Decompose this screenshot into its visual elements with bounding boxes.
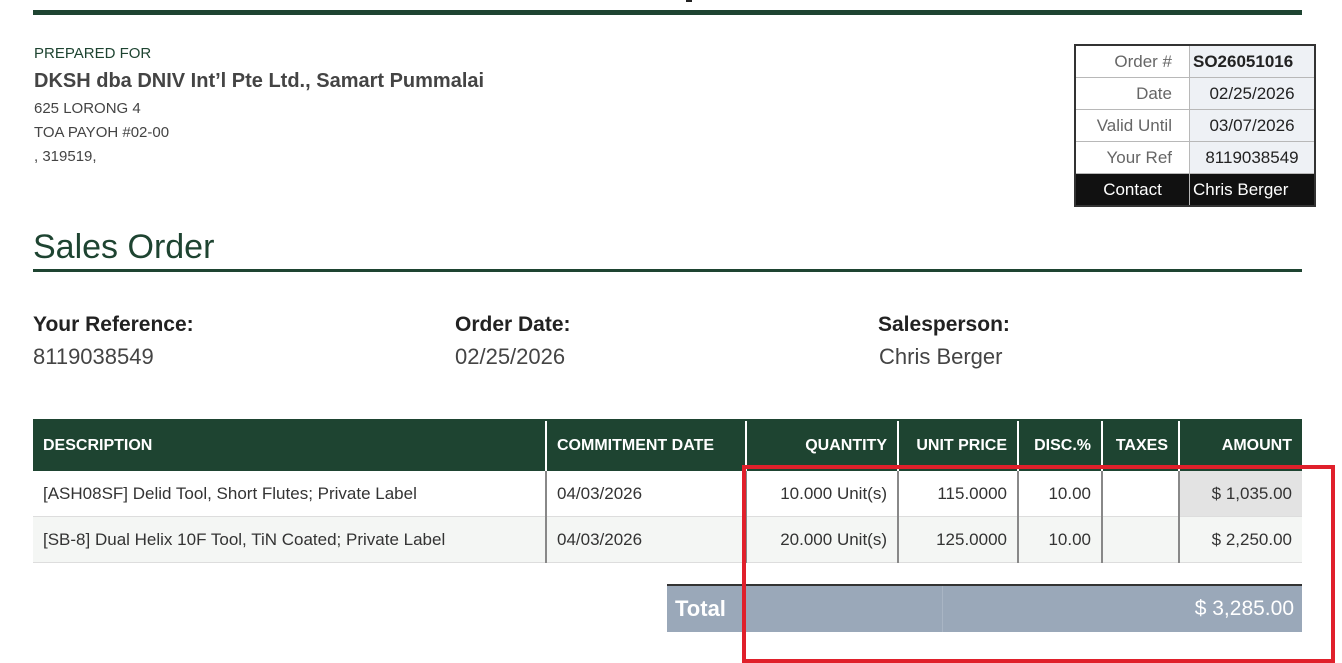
prepared-for-label: PREPARED FOR (34, 45, 152, 62)
line-commitment-date: 04/03/2026 (545, 516, 746, 563)
col-header-quantity: QUANTITY (745, 419, 898, 471)
line-description: [SB-8] Dual Helix 10F Tool, TiN Coated; … (33, 516, 546, 563)
col-header-amount: AMOUNT (1178, 419, 1302, 471)
top-marker (686, 0, 692, 2)
info-row-valid-until: Valid Until 03/07/2026 (1074, 109, 1316, 142)
address-line-1: 625 LORONG 4 (34, 100, 141, 117)
reference-label: Your Reference: (33, 313, 194, 336)
title-rule (33, 269, 1302, 272)
line-commitment-date: 04/03/2026 (545, 471, 746, 517)
info-label: Valid Until (1074, 109, 1190, 142)
salesperson-value: Chris Berger (879, 344, 1003, 369)
info-label: Contact (1074, 173, 1190, 207)
order-number: SO26051016 (1189, 44, 1316, 78)
col-header-discount: DISC.% (1017, 419, 1102, 471)
reference-value: 8119038549 (33, 344, 154, 369)
info-label: Your Ref (1074, 141, 1190, 174)
col-header-taxes: TAXES (1101, 419, 1179, 471)
info-label: Order # (1074, 44, 1190, 78)
your-ref-value: 8119038549 (1189, 141, 1316, 174)
order-date-label: Order Date: (455, 313, 571, 336)
header-rule (33, 10, 1302, 15)
order-date-value: 02/25/2026 (1189, 77, 1316, 110)
contact-value: Chris Berger (1189, 173, 1316, 207)
col-header-description: DESCRIPTION (33, 419, 546, 471)
order-date-field: 02/25/2026 (455, 344, 566, 369)
info-label: Date (1074, 77, 1190, 110)
table-header-row: DESCRIPTION COMMITMENT DATE QUANTITY UNI… (33, 419, 1302, 471)
col-header-commitment-date: COMMITMENT DATE (545, 419, 746, 471)
order-info-box: Order # SO26051016 Date 02/25/2026 Valid… (1074, 44, 1316, 207)
info-row-contact: Contact Chris Berger (1074, 173, 1316, 207)
info-row-date: Date 02/25/2026 (1074, 77, 1316, 110)
info-row-order: Order # SO26051016 (1074, 44, 1316, 78)
highlight-box (742, 465, 1335, 663)
line-description: [ASH08SF] Delid Tool, Short Flutes; Priv… (33, 471, 546, 517)
page-title: Sales Order (33, 228, 215, 266)
total-label: Total (667, 584, 746, 632)
customer-name: DKSH dba DNIV Int’l Pte Ltd., Samart Pum… (34, 70, 485, 92)
valid-until-value: 03/07/2026 (1189, 109, 1316, 142)
info-row-your-ref: Your Ref 8119038549 (1074, 141, 1316, 174)
col-header-unit-price: UNIT PRICE (897, 419, 1018, 471)
salesperson-label: Salesperson: (878, 313, 1010, 336)
address-line-3: , 319519, (34, 148, 97, 165)
address-line-2: TOA PAYOH #02-00 (34, 124, 170, 141)
